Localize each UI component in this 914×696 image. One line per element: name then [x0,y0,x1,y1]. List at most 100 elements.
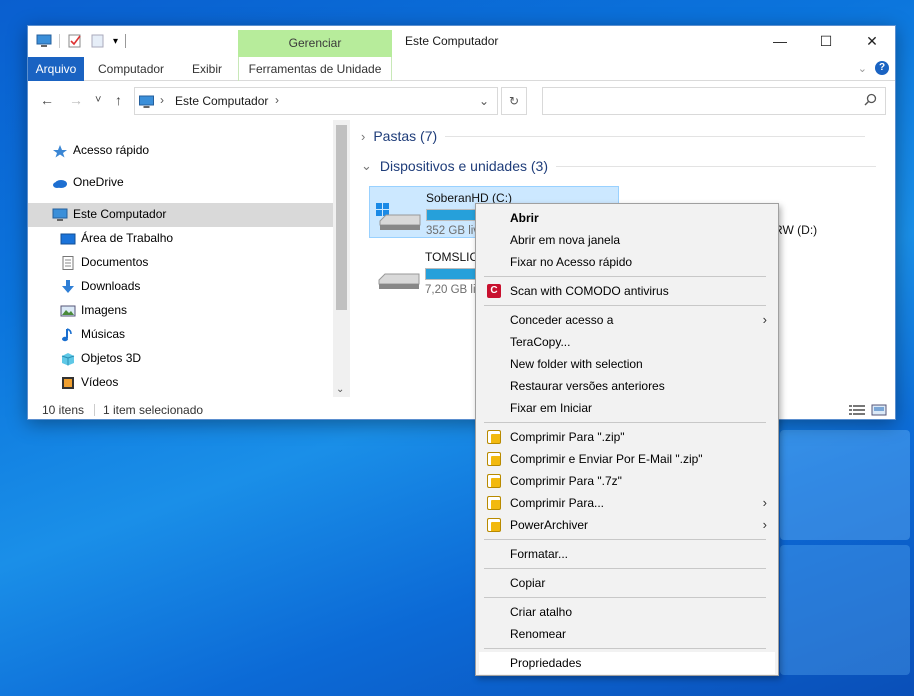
details-view-icon[interactable] [849,404,865,416]
address-bar[interactable]: › Este Computador › ⌄ [134,87,498,115]
sidebar-item-downloads[interactable]: Downloads [60,274,140,298]
navigation-pane-scrollbar[interactable]: ⌄ [333,120,350,397]
desktop-wallpaper-pane [780,430,910,540]
sidebar-item-label: OneDrive [73,175,124,189]
navigation-bar: ← → ˅ ↑ › Este Computador › ⌄ ↻ [28,82,895,120]
menu-item-fixar-no-acesso-rápido[interactable]: Fixar no Acesso rápido [479,251,775,273]
archive-icon [487,518,501,532]
item-count: 10 itens [42,403,85,417]
chevron-right-icon: › [361,128,366,144]
quick-access-toolbar: ▾ [36,34,127,48]
chevron-right-icon: › [762,517,767,532]
selection-count: 1 item selecionado [103,403,204,417]
breadcrumb-separator[interactable]: › [160,93,164,107]
hard-drive-icon [376,203,421,230]
chevron-right-icon: › [762,312,767,327]
music-icon [62,328,72,342]
menu-item-powerarchiver[interactable]: PowerArchiver › [479,514,775,536]
menu-item-label: Propriedades [510,656,582,670]
menu-item-new-folder-with-selection[interactable]: New folder with selection [479,353,775,375]
maximize-button[interactable]: ☐ [803,26,849,57]
menu-item-abrir-em-nova-janela[interactable]: Abrir em nova janela [479,229,775,251]
menu-item-comprimir-para-zip[interactable]: Comprimir Para ".zip" [479,426,775,448]
menu-item-label: Comprimir Para ".zip" [510,430,625,444]
group-header-pastas[interactable]: › Pastas (7) [361,128,866,144]
menu-item-comprimir-e-enviar-por-e-mail-zip[interactable]: Comprimir e Enviar Por E-Mail ".zip" [479,448,775,470]
help-icon[interactable]: ? [875,61,889,75]
recent-locations-button[interactable]: ˅ [95,94,101,106]
archive-icon [487,496,501,510]
tab-computador[interactable]: Computador [98,57,164,81]
properties-icon[interactable] [67,34,83,48]
drive-name: TOMSLIC [425,250,479,264]
refresh-icon: ↻ [508,94,520,108]
menu-item-label: Criar atalho [510,605,573,619]
tab-ferramentas-de-unidade[interactable]: Ferramentas de Unidade [238,57,392,81]
customize-toolbar-icon[interactable]: ▾ [113,36,118,47]
sidebar-item-area-de-trabalho[interactable]: Área de Trabalho [60,226,173,250]
toolbar-divider [125,34,127,48]
menu-item-restaurar-versões-anteriores[interactable]: Restaurar versões anteriores [479,375,775,397]
chevron-down-icon: ⌄ [361,158,372,173]
sidebar-item-musicas[interactable]: Músicas [60,322,125,346]
new-folder-icon[interactable] [90,34,106,48]
breadcrumb-separator[interactable]: › [275,93,279,107]
computer-icon [139,95,154,108]
tab-exibir[interactable]: Exibir [192,57,222,81]
breadcrumb-este-computador[interactable]: Este Computador [175,94,268,108]
sidebar-item-videos[interactable]: Vídeos [60,370,118,394]
back-button[interactable]: ← [40,92,54,108]
menu-item-renomear[interactable]: Renomear [479,623,775,645]
menu-item-teracopy[interactable]: TeraCopy... [479,331,775,353]
computer-icon [52,208,68,221]
video-icon [62,376,74,389]
scrollbar-thumb[interactable] [336,125,347,310]
sidebar-item-documentos[interactable]: Documentos [60,250,148,274]
menu-item-abrir[interactable]: Abrir [479,207,775,229]
tab-arquivo[interactable]: Arquivo [28,57,84,81]
forward-button[interactable]: → [69,92,83,108]
menu-separator [484,597,766,598]
refresh-button[interactable]: ↻ [501,87,527,115]
sidebar-item-label: Vídeos [81,375,119,389]
expand-ribbon-icon[interactable]: ⌄ [858,62,867,75]
sidebar-item-objetos-3d[interactable]: Objetos 3D [60,346,141,370]
menu-item-fixar-em-iniciar[interactable]: Fixar em Iniciar [479,397,775,419]
sidebar-item-imagens[interactable]: Imagens [60,298,127,322]
archive-icon [487,452,501,466]
computer-icon[interactable] [36,34,52,48]
up-button[interactable]: ↑ [115,92,122,108]
view-switcher [849,404,887,416]
sidebar-item-label: Área de Trabalho [81,231,174,245]
star-icon [53,144,67,158]
menu-item-copiar[interactable]: Copiar [479,572,775,594]
archive-icon [487,430,501,444]
sidebar-item-label: Imagens [81,303,128,317]
search-input[interactable] [542,87,886,115]
menu-item-label: TeraCopy... [510,335,571,349]
group-header-dispositivos[interactable]: ⌄ Dispositivos e unidades (3) [361,158,876,174]
address-dropdown-icon[interactable]: ⌄ [479,94,489,108]
scroll-down-icon[interactable]: ⌄ [336,384,344,395]
context-menu: Abrir Abrir em nova janela Fixar no Acesso… [475,203,779,676]
sidebar-item-este-computador[interactable]: Este Computador [52,202,166,226]
menu-separator [484,276,766,277]
minimize-button[interactable]: — [757,26,803,57]
menu-item-criar-atalho[interactable]: Criar atalho [479,601,775,623]
menu-item-propriedades[interactable]: Propriedades [479,652,775,674]
chevron-right-icon: › [762,495,767,510]
menu-item-formatar[interactable]: Formatar... [479,543,775,565]
menu-item-label: Renomear [510,627,567,641]
cube-icon [61,352,75,366]
large-icons-view-icon[interactable] [871,404,887,416]
cloud-icon [53,179,67,188]
menu-item-label: Copiar [510,576,546,590]
sidebar-item-acesso-rapido[interactable]: Acesso rápido [52,138,149,162]
menu-item-conceder-acesso-a[interactable]: Conceder acesso a › [479,309,775,331]
menu-item-comprimir-para[interactable]: Comprimir Para... › [479,492,775,514]
menu-item-comprimir-para-7z[interactable]: Comprimir Para ".7z" [479,470,775,492]
sidebar-item-onedrive[interactable]: OneDrive [52,170,124,194]
close-button[interactable]: ✕ [849,26,895,57]
archive-icon [487,474,501,488]
menu-item-scan-with-comodo-antivirus[interactable]: C Scan with COMODO antivirus [479,280,775,302]
